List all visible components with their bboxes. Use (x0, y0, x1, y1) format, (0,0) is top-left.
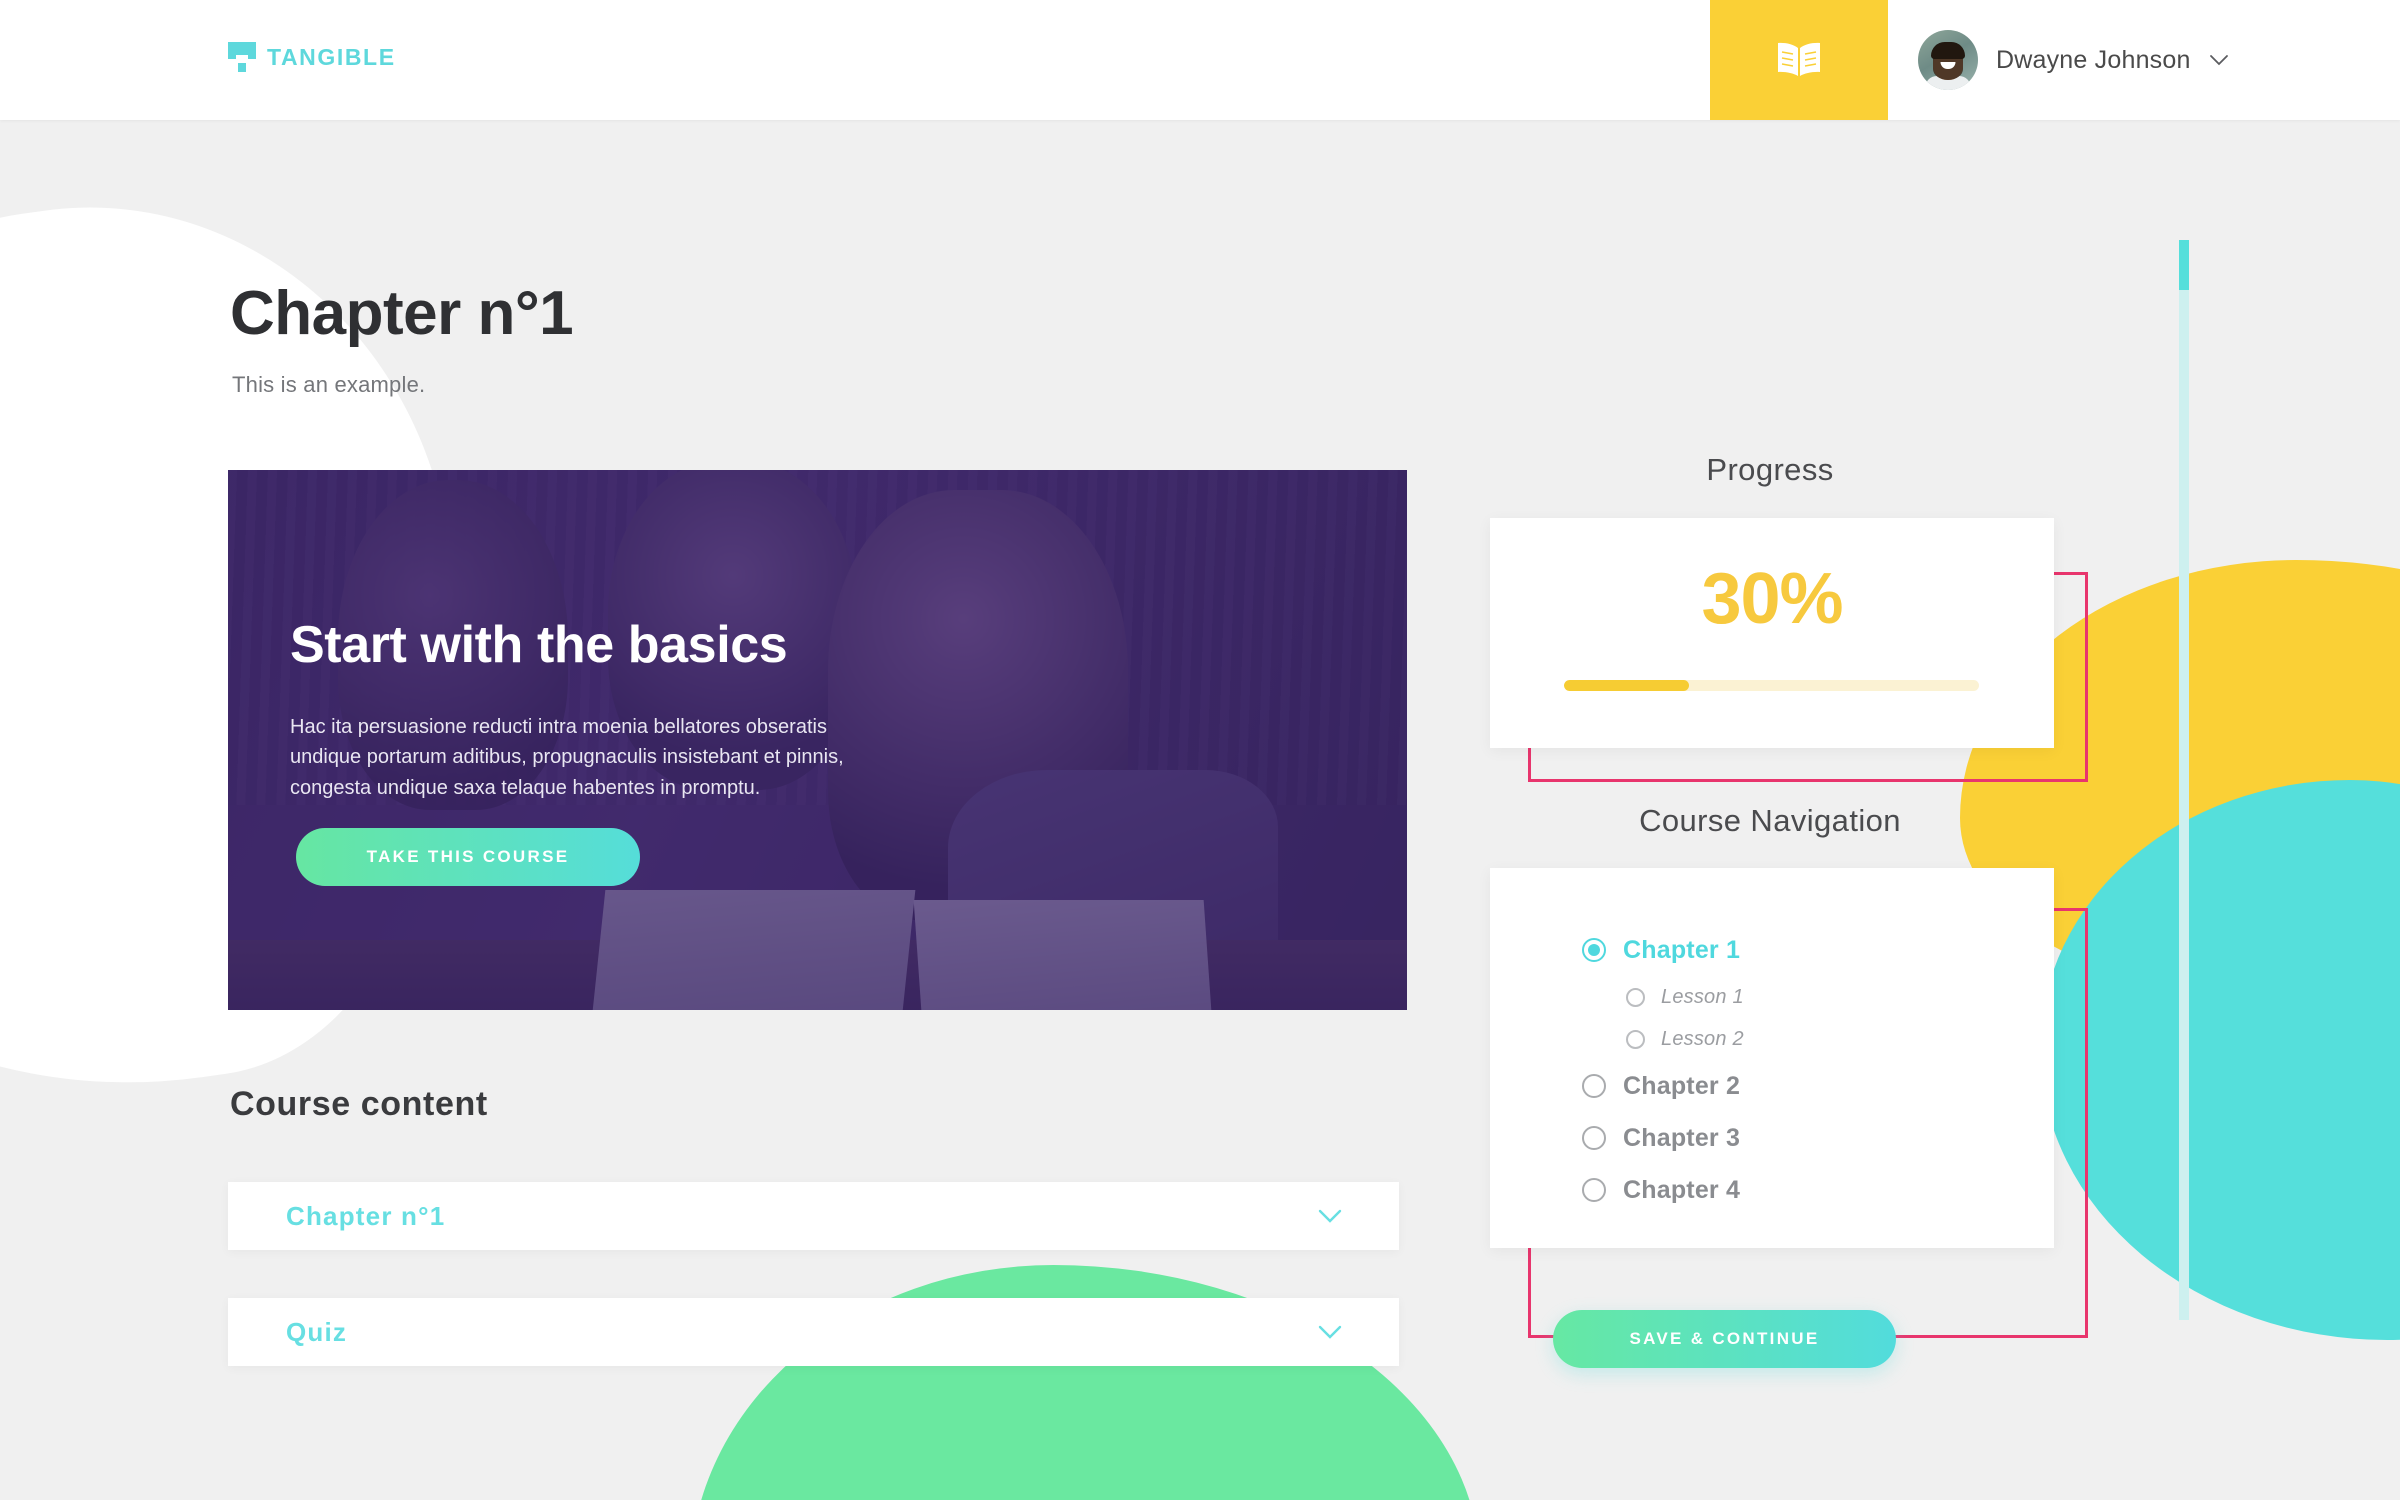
nav-item-label: Lesson 1 (1661, 985, 1744, 1008)
chevron-down-icon (2209, 55, 2228, 66)
accordion-item-quiz[interactable]: Quiz (228, 1298, 1399, 1366)
course-content-heading: Course content (230, 1085, 488, 1123)
radio-selected-icon[interactable] (1582, 938, 1606, 962)
nav-item-chapter-4[interactable]: Chapter 4 (1582, 1164, 1744, 1216)
brand-logo-text: TANGIBLE (267, 43, 396, 70)
radio-unselected-icon[interactable] (1582, 1126, 1606, 1150)
main-content: Chapter n°1 This is an example. Start wi… (0, 0, 2400, 1500)
course-navigation-list: Chapter 1 Lesson 1 Lesson 2 Chapter 2 Ch (1582, 924, 1744, 1216)
accordion-label: Quiz (286, 1316, 348, 1347)
chevron-down-icon[interactable] (1317, 1208, 1343, 1224)
library-book-button[interactable] (1710, 0, 1888, 120)
accordion-item-chapter-1[interactable]: Chapter n°1 (228, 1182, 1399, 1250)
nav-item-label: Chapter 2 (1623, 1071, 1741, 1100)
brand-logo[interactable]: TANGIBLE (228, 42, 396, 72)
nav-item-label: Chapter 4 (1623, 1175, 1741, 1204)
take-this-course-button[interactable]: TAKE THIS COURSE (296, 828, 640, 886)
progress-card: 30% (1490, 518, 2054, 748)
progress-bar-track (1564, 680, 1979, 691)
user-name-label: Dwayne Johnson (1996, 45, 2191, 74)
progress-percent-label: 30% (1701, 559, 1843, 639)
radio-unselected-icon[interactable] (1626, 1029, 1645, 1049)
nav-item-chapter-2[interactable]: Chapter 2 (1582, 1060, 1744, 1112)
open-book-icon (1778, 42, 1820, 76)
page-root: TANGIBLE Dwayne Johnson Chapter n°1 This… (0, 0, 2400, 1500)
nav-item-label: Chapter 3 (1623, 1123, 1741, 1152)
page-subtitle: This is an example. (232, 372, 426, 397)
course-navigation-card: Chapter 1 Lesson 1 Lesson 2 Chapter 2 Ch (1490, 868, 2054, 1248)
tangible-square-icon (228, 42, 256, 72)
nav-item-chapter-3[interactable]: Chapter 3 (1582, 1112, 1744, 1164)
nav-item-chapter-1[interactable]: Chapter 1 (1582, 924, 1744, 976)
hero-body-text: Hac ita persuasione reducti intra moenia… (290, 716, 844, 799)
progress-heading: Progress (1706, 452, 1834, 487)
chevron-down-icon[interactable] (1317, 1324, 1343, 1340)
radio-unselected-icon[interactable] (1582, 1178, 1606, 1202)
nav-item-label: Chapter 1 (1623, 935, 1741, 964)
hero-banner: Start with the basics Hac ita persuasion… (228, 470, 1407, 1010)
course-navigation-heading: Course Navigation (1639, 803, 1901, 838)
page-title: Chapter n°1 (230, 279, 574, 348)
radio-unselected-icon[interactable] (1582, 1074, 1606, 1098)
radio-unselected-icon[interactable] (1626, 987, 1645, 1007)
user-menu[interactable]: Dwayne Johnson (1918, 30, 2229, 90)
nav-item-lesson-2[interactable]: Lesson 2 (1626, 1018, 1744, 1060)
avatar (1918, 30, 1978, 90)
hero-title: Start with the basics (290, 616, 788, 674)
nav-item-label: Lesson 2 (1661, 1027, 1744, 1050)
save-and-continue-button[interactable]: SAVE & CONTINUE (1553, 1310, 1896, 1368)
accordion-label: Chapter n°1 (286, 1200, 446, 1231)
progress-bar-fill (1564, 680, 1689, 691)
top-header-bar: TANGIBLE Dwayne Johnson (0, 0, 2400, 120)
nav-item-lesson-1[interactable]: Lesson 1 (1626, 976, 1744, 1018)
